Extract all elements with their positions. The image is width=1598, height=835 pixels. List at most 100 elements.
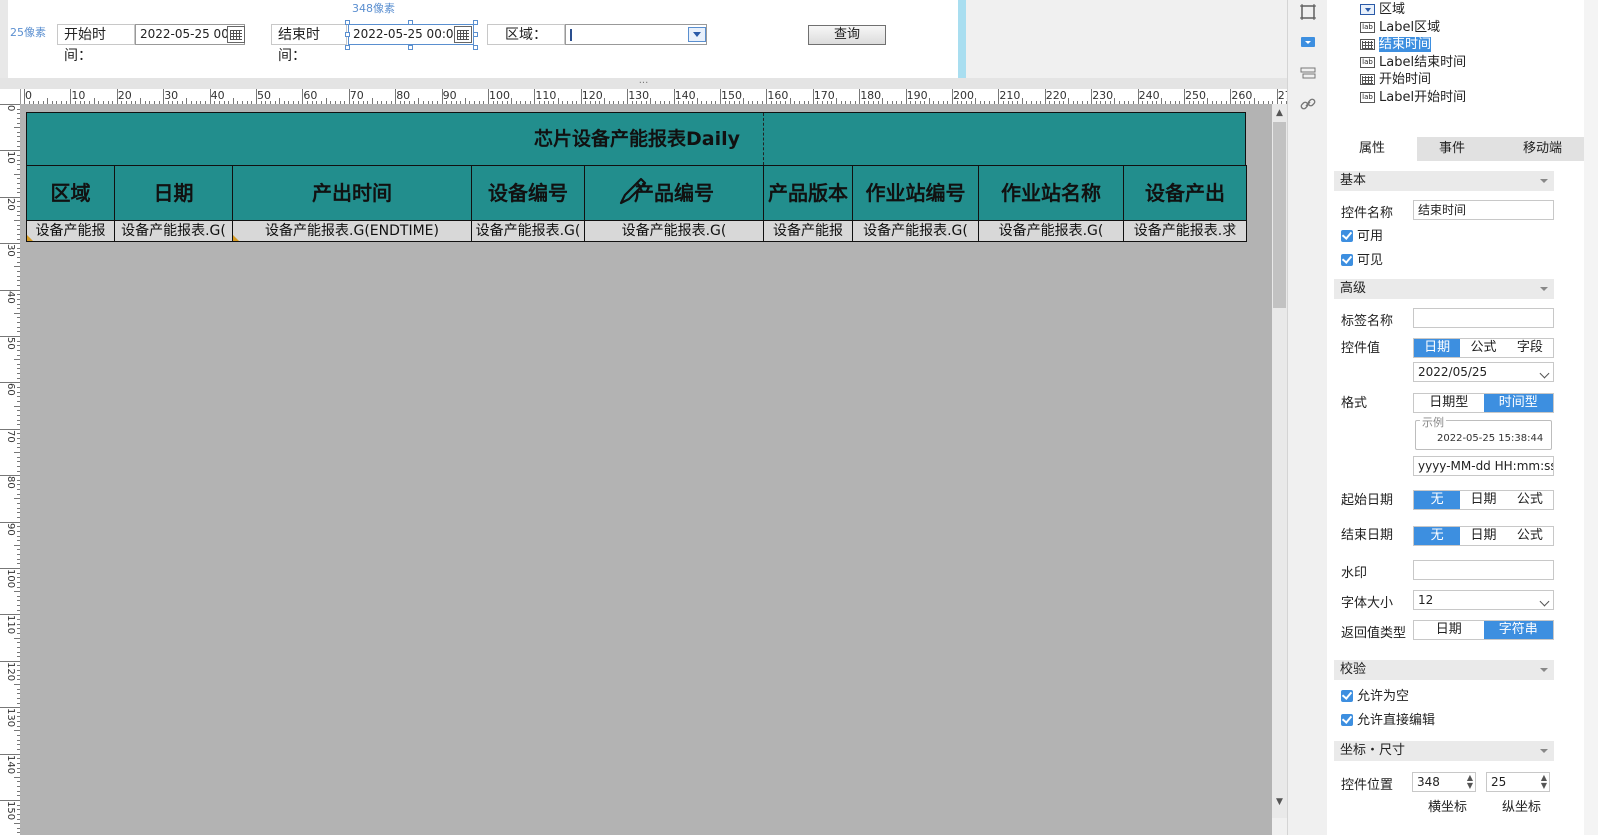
- column-header-cell[interactable]: 设备编号: [471, 165, 585, 221]
- end-date-mode-none[interactable]: 无: [1414, 527, 1461, 545]
- panel-splitter[interactable]: ...: [0, 76, 1287, 89]
- scroll-down-icon[interactable]: ▼: [1272, 797, 1287, 807]
- column-header-cell[interactable]: 产出时间: [232, 165, 472, 221]
- start-date-mode-none[interactable]: 无: [1414, 491, 1461, 509]
- data-cell[interactable]: 设备产能报表.G(: [114, 220, 233, 242]
- enabled-checkbox[interactable]: 可用: [1341, 229, 1383, 245]
- spinner-icon[interactable]: ▲ ▼: [1467, 774, 1473, 790]
- data-cell[interactable]: 设备产能报表.G(: [978, 220, 1124, 242]
- format-pattern-input[interactable]: yyyy-MM-dd HH:mm:ss: [1413, 456, 1554, 476]
- data-cell[interactable]: 设备产能报表.G(: [471, 220, 585, 242]
- selection-handle[interactable]: [345, 20, 350, 25]
- value-mode-field[interactable]: 字段: [1507, 339, 1553, 357]
- ruler-left-label: 90: [5, 522, 16, 536]
- x-coordinate-caption: 横坐标: [1428, 800, 1468, 815]
- format-mode-date[interactable]: 日期型: [1414, 394, 1484, 412]
- start-time-label[interactable]: 开始时间：: [57, 24, 135, 64]
- column-header-cell[interactable]: 产品编号: [584, 165, 764, 221]
- allow-edit-checkbox[interactable]: 允许直接编辑: [1341, 713, 1435, 729]
- column-header-cell[interactable]: 日期: [114, 165, 233, 221]
- selection-handle[interactable]: [345, 32, 350, 37]
- value-mode-date[interactable]: 日期: [1414, 339, 1461, 357]
- data-cell[interactable]: 设备产能报: [763, 220, 853, 242]
- position-y-input[interactable]: 25 ▲ ▼: [1486, 772, 1550, 792]
- calendar-icon: [230, 30, 242, 40]
- visible-checkbox[interactable]: 可见: [1341, 253, 1383, 269]
- region-label[interactable]: 区域：: [487, 24, 565, 45]
- section-validation[interactable]: 校验: [1334, 660, 1554, 680]
- column-header-cell[interactable]: 区域: [26, 165, 115, 221]
- ruler-top-label: 60: [303, 89, 318, 102]
- query-button[interactable]: 查询: [808, 25, 886, 45]
- watermark-input[interactable]: [1413, 560, 1554, 580]
- parameter-panel-edge: [0, 0, 8, 78]
- start-time-calendar-button[interactable]: [227, 26, 245, 43]
- start-date-mode-formula[interactable]: 公式: [1507, 491, 1553, 509]
- property-panel-scrollbar[interactable]: [1584, 0, 1598, 835]
- return-type-label: 返回值类型: [1341, 626, 1407, 641]
- vertical-ruler: 0 10 20 30 40 50 60 70 80 90 100 110 120 130 140 150: [0, 89, 21, 835]
- spinner-icon[interactable]: ▲ ▼: [1541, 774, 1547, 790]
- region-dropdown-button[interactable]: [688, 27, 706, 42]
- scroll-up-icon[interactable]: ▲: [1272, 108, 1287, 118]
- data-cell[interactable]: 设备产能报表.求: [1123, 220, 1247, 242]
- column-header-cell[interactable]: 作业站编号: [852, 165, 979, 221]
- chevron-down-icon: [1540, 668, 1548, 672]
- selection-handle[interactable]: [408, 45, 413, 50]
- tree-item[interactable]: 结束时间: [1360, 36, 1432, 53]
- end-time-calendar-button[interactable]: [454, 26, 472, 43]
- column-header-cell[interactable]: 作业站名称: [978, 165, 1124, 221]
- column-header-cell[interactable]: 产品版本: [763, 165, 853, 221]
- ruler-tick: [0, 289, 20, 291]
- selection-handle[interactable]: [345, 45, 350, 50]
- data-cell[interactable]: 设备产能报表.G(: [584, 220, 764, 242]
- tree-item[interactable]: lab Label开始时间: [1360, 89, 1466, 106]
- scrollbar-thumb[interactable]: [1273, 122, 1286, 308]
- section-basic[interactable]: 基本: [1334, 171, 1554, 191]
- data-cell[interactable]: 设备产能报: [26, 220, 115, 242]
- widget-value-date-select[interactable]: 2022/05/25: [1413, 362, 1554, 382]
- tree-item[interactable]: lab Label区域: [1360, 19, 1440, 36]
- return-type-string[interactable]: 字符串: [1483, 621, 1553, 639]
- section-position-size[interactable]: 坐标・尺寸: [1334, 741, 1554, 761]
- data-cell[interactable]: 设备产能报表.G(ENDTIME): [232, 220, 472, 242]
- ruler-tick: [0, 568, 20, 569]
- link-icon[interactable]: [1299, 95, 1317, 113]
- widget-name-input[interactable]: 结束时间: [1413, 200, 1554, 220]
- tag-name-input[interactable]: [1413, 308, 1554, 328]
- start-date-mode-date[interactable]: 日期: [1460, 491, 1506, 509]
- tree-item[interactable]: 区域: [1360, 1, 1405, 18]
- selection-handle[interactable]: [473, 20, 478, 25]
- data-cell[interactable]: 设备产能报表.G(: [852, 220, 979, 242]
- tree-item[interactable]: lab Label结束时间: [1360, 54, 1466, 71]
- region-input[interactable]: [565, 24, 707, 45]
- frame-icon[interactable]: [1299, 3, 1317, 21]
- format-mode-time[interactable]: 时间型: [1483, 394, 1553, 412]
- end-time-label[interactable]: 结束时间：: [271, 24, 347, 64]
- ruler-tick: [0, 104, 20, 105]
- layers-icon[interactable]: [1299, 64, 1317, 82]
- cell-marker-icon: [27, 235, 33, 241]
- tree-item[interactable]: 开始时间: [1360, 71, 1431, 88]
- report-title: 芯片设备产能报表Daily: [534, 128, 741, 150]
- end-date-mode-formula[interactable]: 公式: [1507, 527, 1553, 545]
- tab-events[interactable]: 事件: [1407, 137, 1497, 161]
- ruler-left-label: 30: [5, 244, 16, 257]
- section-validation-title: 校验: [1340, 662, 1367, 677]
- font-size-select[interactable]: 12: [1413, 590, 1554, 610]
- widget-dropdown-icon[interactable]: [1299, 33, 1317, 51]
- value-mode-formula[interactable]: 公式: [1460, 339, 1506, 357]
- allow-empty-checkbox[interactable]: 允许为空: [1341, 689, 1409, 705]
- section-advanced[interactable]: 高级: [1334, 279, 1554, 299]
- column-header-cell[interactable]: 设备产出: [1123, 165, 1247, 221]
- selection-handle[interactable]: [473, 32, 478, 37]
- tab-properties[interactable]: 属性: [1327, 137, 1417, 161]
- position-x-input[interactable]: 348 ▲ ▼: [1412, 772, 1476, 792]
- selection-handle[interactable]: [408, 20, 413, 25]
- return-type-date[interactable]: 日期: [1414, 621, 1484, 639]
- selection-handle[interactable]: [473, 45, 478, 50]
- tab-mobile[interactable]: 移动端: [1487, 137, 1598, 161]
- ruler-tick: [0, 660, 20, 662]
- end-date-mode-date[interactable]: 日期: [1460, 527, 1506, 545]
- report-title-cell[interactable]: 芯片设备产能报表Daily: [26, 112, 1246, 166]
